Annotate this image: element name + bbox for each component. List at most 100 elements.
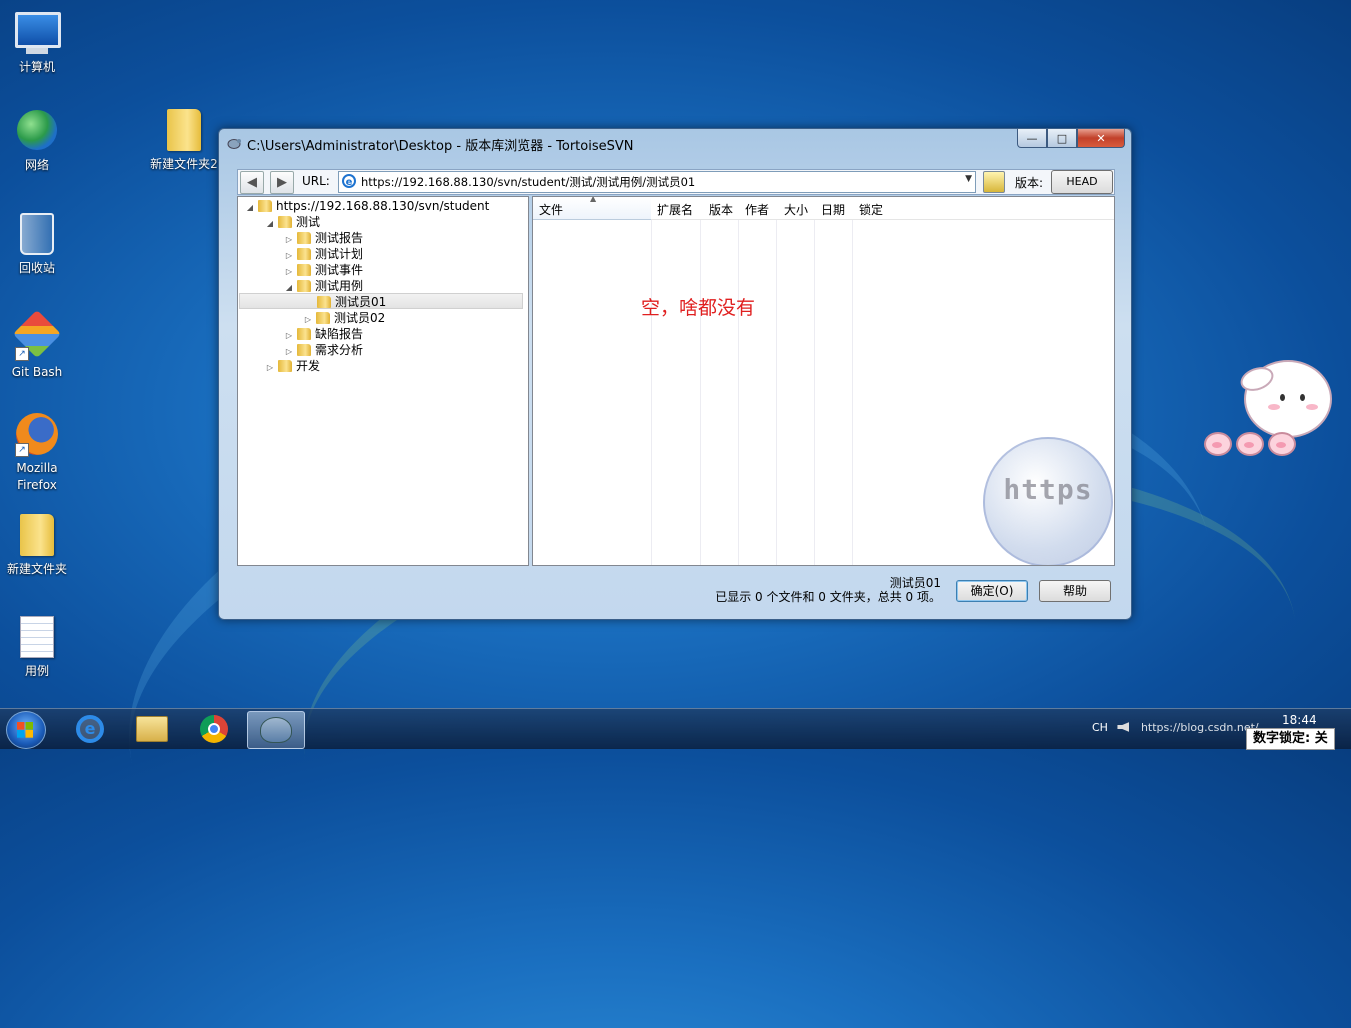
selected-path-text: 测试员01	[889, 576, 941, 590]
clock[interactable]: 18:44	[1282, 713, 1317, 727]
revision-button[interactable]: HEAD	[1051, 170, 1113, 194]
maximize-button[interactable]: □	[1047, 129, 1077, 148]
url-input[interactable]: https://192.168.88.130/svn/student/测试/测试…	[361, 174, 695, 190]
tree-node-defect-report[interactable]: ▷ 缺陷报告	[283, 326, 363, 342]
close-button[interactable]: ✕	[1077, 129, 1125, 148]
desktop-icon-firefox[interactable]: ↗ Mozilla Firefox	[0, 412, 74, 494]
pig-sticker	[1268, 432, 1296, 456]
desktop-icon-label: 回收站	[18, 261, 55, 275]
shortcut-arrow-icon: ↗	[15, 443, 29, 457]
desktop-icon-computer[interactable]: 计算机	[0, 10, 74, 76]
folder-icon	[297, 248, 311, 260]
tree-node-tester-01[interactable]: 测试员01	[239, 293, 523, 309]
tree-node-label: 测试事件	[315, 263, 364, 277]
go-up-folder-button[interactable]	[983, 171, 1005, 193]
column-header-extension[interactable]: 扩展名	[657, 201, 693, 218]
column-header-file[interactable]: 文件 ▲	[533, 197, 651, 220]
desktop-icon-label: Mozilla Firefox	[16, 461, 58, 492]
desktop-icon-git-bash[interactable]: ↗ Git Bash	[0, 309, 74, 381]
system-tray: CH https://blog.csdn.net/	[1092, 721, 1259, 734]
expanded-triangle-icon[interactable]: ◢	[264, 216, 276, 232]
tree-node-label: 测试员02	[334, 311, 386, 325]
back-button[interactable]: ◀	[240, 171, 264, 194]
taskbar: e CH https://blog.csdn.net/ 18:44	[0, 708, 1351, 749]
help-button[interactable]: 帮助	[1039, 580, 1111, 602]
tortoise-svn-icon	[227, 139, 241, 149]
column-header-revision[interactable]: 版本	[709, 201, 733, 218]
title-bar[interactable]: C:\Users\Administrator\Desktop - 版本库浏览器 …	[219, 129, 1131, 157]
desktop-icon-label: Git Bash	[11, 365, 63, 379]
sort-ascending-icon: ▲	[590, 196, 597, 203]
tree-node-requirements[interactable]: ▷ 需求分析	[283, 342, 363, 358]
input-method-indicator[interactable]: CH	[1092, 721, 1108, 734]
network-icon	[15, 110, 59, 154]
git-bash-icon: ↗	[12, 309, 62, 361]
taskbar-tortoisesvn[interactable]	[247, 711, 305, 749]
column-header-lock[interactable]: 锁定	[859, 201, 883, 218]
url-combobox[interactable]: e https://192.168.88.130/svn/student/测试/…	[338, 171, 976, 193]
forward-button[interactable]: ▶	[270, 171, 294, 194]
recycle-bin-icon	[15, 213, 59, 257]
minimize-button[interactable]: —	[1017, 129, 1047, 148]
tortoise-svn-icon	[260, 717, 292, 743]
empty-annotation: 空，啥都没有	[641, 297, 756, 319]
desktop-icon-network[interactable]: 网络	[0, 108, 74, 174]
tree-node-test-cases[interactable]: ◢ 测试用例	[283, 278, 363, 294]
folder-icon	[278, 216, 292, 228]
tree-node-test-event[interactable]: ▷ 测试事件	[283, 262, 363, 278]
folder-icon	[162, 109, 206, 153]
folder-icon	[317, 296, 331, 308]
firefox-icon: ↗	[15, 413, 59, 457]
taskbar-chrome[interactable]	[186, 711, 242, 747]
forward-arrow-icon: ▶	[277, 175, 287, 190]
tree-node-test-plan[interactable]: ▷ 测试计划	[283, 246, 363, 262]
chevron-down-icon[interactable]: ▼	[965, 174, 972, 184]
taskbar-explorer[interactable]	[124, 711, 180, 747]
text-file-icon	[15, 616, 59, 660]
shortcut-arrow-icon: ↗	[15, 347, 29, 361]
summary-text: 已显示 0 个文件和 0 文件夹，总共 0 项。	[715, 590, 941, 604]
tree-node-tester-02[interactable]: ▷ 测试员02	[302, 310, 385, 326]
volume-icon[interactable]	[1117, 722, 1130, 732]
desktop-icon-test-cases[interactable]: 用例	[0, 614, 74, 680]
column-header-date[interactable]: 日期	[821, 201, 845, 218]
ok-button[interactable]: 确定(O)	[956, 580, 1028, 602]
desktop-icon-new-folder-2[interactable]: 新建文件夹2	[146, 108, 222, 173]
tree-node-label: https://192.168.88.130/svn/student	[276, 199, 490, 213]
tree-node-label: 需求分析	[315, 343, 364, 357]
watermark-url-text: https://blog.csdn.net/	[1140, 721, 1259, 734]
tree-node-label: 测试用例	[315, 279, 364, 293]
window-title: C:\Users\Administrator\Desktop - 版本库浏览器 …	[247, 139, 634, 154]
repo-browser-window: C:\Users\Administrator\Desktop - 版本库浏览器 …	[218, 128, 1132, 620]
repository-tree[interactable]: ◢ https://192.168.88.130/svn/student ◢ 测试 …	[237, 196, 529, 566]
tree-node-label: 缺陷报告	[315, 327, 364, 341]
back-arrow-icon: ◀	[247, 175, 257, 190]
file-list[interactable]: 文件 ▲ 扩展名 版本 作者 大小 日期 锁定 空，啥都没有 https	[532, 196, 1115, 566]
taskbar-ie[interactable]: e	[62, 711, 118, 747]
collapsed-triangle-icon[interactable]: ▷	[264, 360, 276, 376]
expanded-triangle-icon[interactable]: ◢	[244, 200, 256, 216]
tree-node-dev[interactable]: ▷ 开发	[264, 358, 320, 374]
explorer-icon	[136, 716, 168, 742]
desktop-icon-recycle-bin[interactable]: 回收站	[0, 210, 74, 277]
tree-node-ceshi[interactable]: ◢ 测试	[264, 214, 320, 230]
windows-logo-icon	[17, 722, 33, 738]
desktop-icon-new-folder[interactable]: 新建文件夹	[0, 513, 74, 578]
ie-icon: e	[76, 715, 104, 743]
folder-icon	[278, 360, 292, 372]
revision-label: 版本:	[1015, 176, 1044, 190]
folder-icon	[316, 312, 330, 324]
folder-icon	[297, 328, 311, 340]
start-button[interactable]	[6, 711, 46, 749]
tree-node-label: 测试	[296, 215, 321, 229]
desktop-icon-label: 新建文件夹	[6, 562, 67, 576]
tree-node-test-report[interactable]: ▷ 测试报告	[283, 230, 363, 246]
column-header-author[interactable]: 作者	[745, 201, 769, 218]
url-label: URL:	[302, 174, 330, 188]
tree-node-root[interactable]: ◢ https://192.168.88.130/svn/student	[244, 198, 489, 214]
list-header: 文件 ▲ 扩展名 版本 作者 大小 日期 锁定	[533, 197, 1114, 220]
ie-url-icon: e	[342, 174, 356, 188]
folder-icon	[297, 264, 311, 276]
column-header-size[interactable]: 大小	[784, 201, 808, 218]
status-area: 测试员01 已显示 0 个文件和 0 文件夹，总共 0 项。	[715, 576, 941, 604]
